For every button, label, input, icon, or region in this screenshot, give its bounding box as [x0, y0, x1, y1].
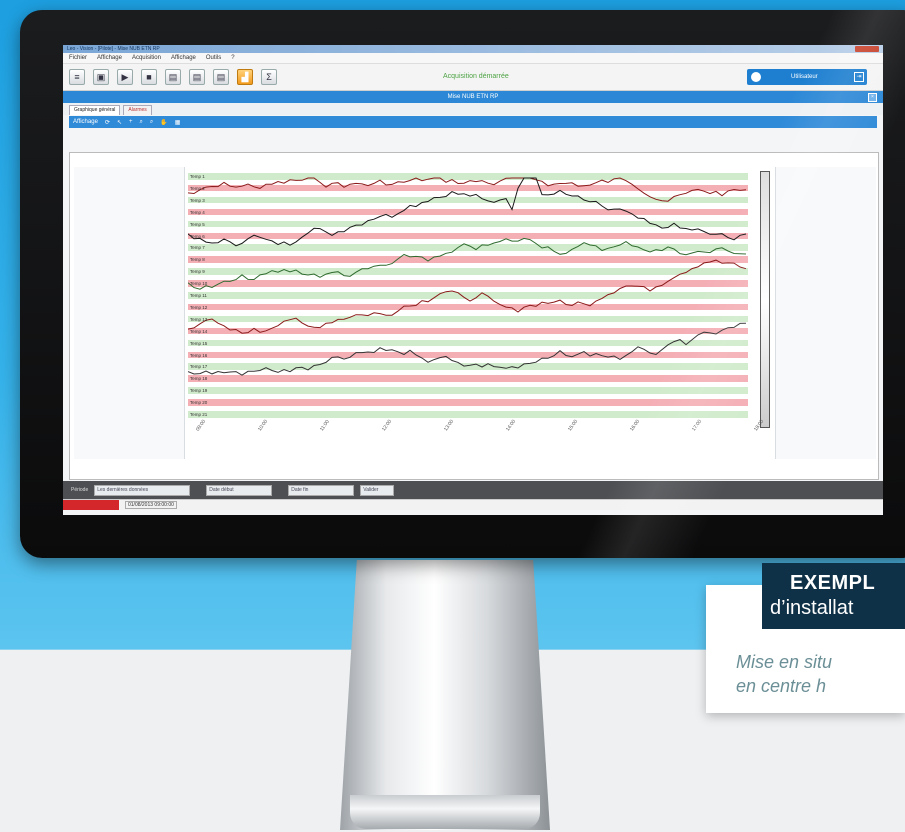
period-bar: Période Les dernières données Date début… [63, 481, 883, 499]
tab-alarmes[interactable]: Alarmes [123, 105, 152, 115]
trace-label: Temp 1 [190, 174, 205, 179]
status-alarm [63, 500, 119, 510]
logout-icon[interactable]: ⇥ [854, 72, 864, 82]
callout-desc-line-2: en centre h [736, 676, 827, 696]
period-select[interactable]: Les dernières données [94, 484, 191, 496]
trace-label: Temp 5 [190, 221, 205, 227]
trace-label: Temp 19 [190, 388, 208, 394]
plot-area: Temp 1 Temp 2 Temp 3 Temp 4 Temp 5 Temp 6 Temp… [69, 152, 879, 480]
page-icon-2[interactable]: ▤ [189, 69, 205, 85]
trend-trace [188, 177, 747, 247]
trace-label: Temp 10 [190, 281, 208, 287]
play-icon[interactable]: ▶ [117, 69, 133, 85]
trace-label: Temp 21 [190, 412, 208, 418]
user-panel[interactable]: Utilisateur ⇥ [747, 69, 867, 85]
trend-trace [188, 322, 747, 376]
right-axes-panel [775, 167, 876, 459]
page-icon-3[interactable]: ▤ [213, 69, 229, 85]
trace-label: Temp 7 [190, 245, 205, 251]
crosshair-icon[interactable]: + [129, 119, 133, 125]
document-close-button[interactable]: × [868, 93, 877, 102]
zoom-in-icon[interactable]: ⌕ [140, 119, 143, 126]
page-icon[interactable]: ▤ [165, 69, 181, 85]
validate-button[interactable]: Valider [360, 484, 395, 496]
trace-label: Temp 14 [190, 328, 208, 334]
trace-label: Temp 3 [190, 197, 205, 203]
trend-chart[interactable]: Temp 1 Temp 2 Temp 3 Temp 4 Temp 5 Temp 6 Temp… [188, 173, 748, 423]
acquisition-status: Acquisition démarrée [443, 73, 509, 80]
trace-label: Temp 4 [190, 209, 205, 215]
window-titlebar[interactable]: Leo - Vision - [Pilote] - Mise NUB ETN R… [63, 45, 883, 53]
callout-title: EXEMPL [790, 572, 876, 594]
menu-help[interactable]: ? [231, 55, 234, 61]
document-title: Mise NUB ETN RP [447, 94, 499, 100]
cursor-icon[interactable]: ↖ [117, 119, 122, 126]
menu-fichier[interactable]: Fichier [69, 55, 87, 61]
pan-icon[interactable]: ✋ [160, 119, 167, 126]
trend-trace [188, 177, 747, 202]
period-label: Période [71, 487, 89, 493]
callout-desc-line-1: Mise en situ [736, 652, 833, 672]
trace-label: Temp 17 [190, 364, 208, 370]
plot-toolbar: Affichage ⟳ ↖ + ⌕ ⌕ ✋ ▦ [69, 116, 877, 128]
plot-toolbar-label: Affichage [73, 119, 98, 125]
document-titlebar: Mise NUB ETN RP × [63, 91, 883, 103]
trace-label: Temp 15 [190, 340, 208, 346]
trace-label: Temp 9 [190, 269, 205, 275]
trace-label: Temp 13 [190, 316, 208, 322]
status-bar: 01/08/2013 09:00:00 [63, 499, 883, 510]
app-window: Leo - Vision - [Pilote] - Mise NUB ETN R… [63, 45, 883, 515]
trace-label: Temp 20 [190, 400, 208, 406]
main-toolbar: ≡ ▣ ▶ ■ ▤ ▤ ▤ ▟ Σ Acquisition démarrée U… [63, 64, 883, 91]
from-date-field[interactable]: Date début [206, 484, 273, 496]
tab-strip: Graphique général Alarmes [63, 103, 883, 115]
menu-outils[interactable]: Outils [206, 55, 221, 61]
trace-label: Temp 18 [190, 376, 208, 382]
list-icon[interactable]: ≡ [69, 69, 85, 85]
menu-affichage-2[interactable]: Affichage [171, 55, 196, 61]
color-scale[interactable] [760, 171, 770, 428]
user-icon [751, 72, 761, 82]
refresh-icon[interactable]: ⟳ [105, 119, 110, 126]
trace-label: Temp 11 [190, 293, 207, 299]
trace-label: Temp 6 [190, 233, 205, 239]
to-date-field[interactable]: Date fin [288, 484, 355, 496]
left-axes-panel [74, 167, 185, 459]
callout-description: Mise en situ en centre h [736, 650, 832, 698]
tab-graphique[interactable]: Graphique général [69, 105, 121, 115]
stop-icon[interactable]: ■ [141, 69, 157, 85]
user-label: Utilisateur [791, 74, 818, 80]
trace-label: Temp 12 [190, 304, 208, 310]
trace-label: Temp 8 [190, 257, 205, 263]
monitor-base [350, 795, 540, 829]
monitor-stand [340, 560, 550, 830]
menu-bar: Fichier Affichage Acquisition Affichage … [63, 53, 883, 64]
export-icon[interactable]: ▦ [175, 119, 181, 126]
trace-label: Temp 2 [190, 185, 205, 191]
trace-label: Temp 16 [190, 352, 208, 358]
status-datetime: 01/08/2013 09:00:00 [125, 501, 177, 509]
chart-icon[interactable]: ▟ [237, 69, 253, 85]
menu-affichage[interactable]: Affichage [97, 55, 122, 61]
trend-trace [188, 237, 747, 290]
callout-subtitle: d’installat [770, 597, 854, 619]
window-close-button[interactable] [855, 46, 879, 52]
menu-acquisition[interactable]: Acquisition [132, 55, 161, 61]
save-icon[interactable]: ▣ [93, 69, 109, 85]
zoom-out-icon[interactable]: ⌕ [150, 119, 153, 126]
sigma-icon[interactable]: Σ [261, 69, 277, 85]
window-title: Leo - Vision - [Pilote] - Mise NUB ETN R… [67, 46, 160, 52]
